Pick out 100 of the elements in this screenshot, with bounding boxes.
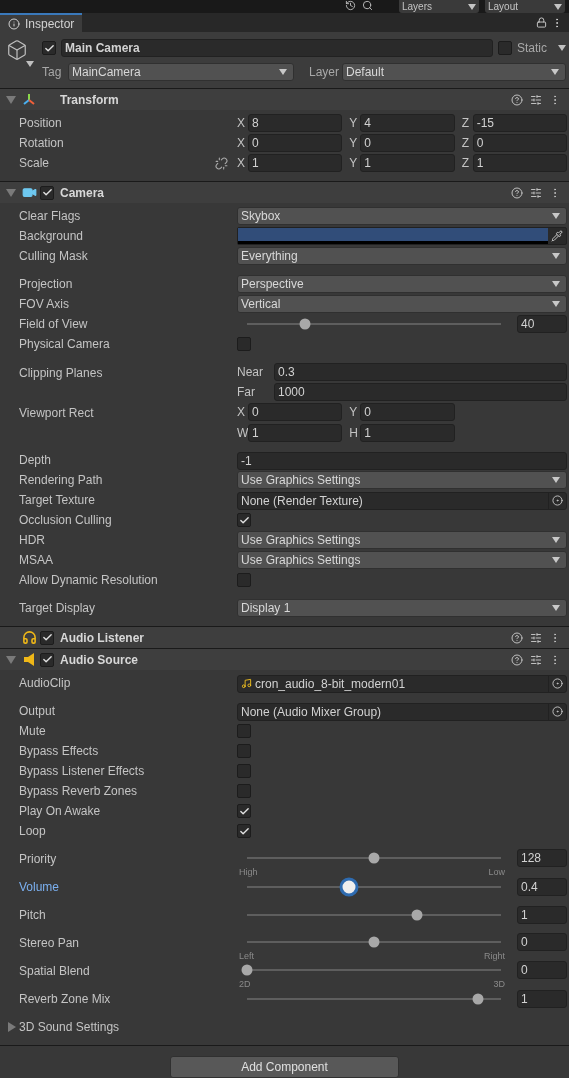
component-header[interactable]: Audio Source [0,648,569,670]
number-field[interactable]: -1 [237,451,567,470]
collapse-arrow-icon[interactable] [6,654,16,665]
dropdown[interactable]: Perspective [237,275,567,293]
number-field[interactable]: 0.3 [274,363,567,381]
component-header[interactable]: Audio Listener [0,626,569,648]
slider-thumb[interactable] [241,964,253,976]
min-label: Left [239,951,254,961]
help-icon[interactable] [511,186,523,199]
axis-label: Y [349,135,359,152]
dropdown[interactable]: Skybox [237,207,567,225]
slider-thumb[interactable] [368,936,380,948]
number-field[interactable]: 0 [248,403,343,421]
number-field[interactable]: 1 [360,423,455,442]
number-field[interactable]: 1000 [274,383,567,401]
active-checkbox[interactable] [42,41,56,56]
toolbar-dropdown[interactable]: Layout [485,0,565,14]
dropdown[interactable]: Vertical [237,295,567,313]
number-field[interactable]: 1 [517,990,567,1008]
checkbox[interactable] [237,804,251,818]
slider-thumb[interactable] [411,909,423,921]
color-field[interactable] [237,227,567,245]
number-field[interactable]: 0 [360,403,455,421]
presets-icon[interactable] [530,93,542,106]
slider-thumb[interactable] [339,877,359,897]
inspector-tab[interactable]: Inspector [0,13,83,33]
object-field[interactable]: cron_audio_8-bit_modern01 [237,674,567,693]
enable-checkbox[interactable] [40,630,54,645]
checkbox[interactable] [237,513,251,527]
video-camera-icon [21,185,37,200]
dropdown[interactable]: Use Graphics Settings [237,531,567,549]
component-title: Audio Source [60,651,139,669]
object-field[interactable]: None (Audio Mixer Group) [237,702,567,721]
tag-dropdown[interactable]: MainCamera [68,63,294,82]
search-icon[interactable] [362,0,373,12]
checkbox[interactable] [237,337,251,351]
toolbar-dropdown[interactable]: Layers [399,0,479,14]
unlink-icon[interactable] [215,156,228,170]
enable-checkbox[interactable] [40,652,54,667]
cube-icon[interactable] [6,39,28,62]
number-field[interactable]: 0 [517,933,567,951]
checkbox[interactable] [237,573,251,587]
layer-dropdown[interactable]: Default [342,63,566,82]
help-icon[interactable] [511,93,523,106]
collapse-arrow-icon[interactable] [6,187,16,198]
component-header[interactable]: Camera [0,181,569,203]
number-field[interactable]: 8 [248,114,343,132]
number-field[interactable]: -15 [472,114,567,132]
number-field[interactable]: 1 [248,154,343,172]
expand-arrow-icon[interactable] [7,1022,17,1032]
foldout-label[interactable]: 3D Sound Settings [19,1018,120,1036]
dropdown[interactable]: Use Graphics Settings [237,471,567,489]
object-picker-icon[interactable] [552,495,563,506]
history-icon[interactable] [345,0,356,12]
eyedropper-icon[interactable] [551,230,563,242]
number-field[interactable]: 0 [248,134,343,152]
checkbox[interactable] [237,764,251,778]
property-label: Priority [19,851,57,868]
checkbox[interactable] [237,824,251,838]
number-field[interactable]: 40 [517,315,567,333]
check-icon [238,514,250,526]
add-component-button[interactable]: Add Component [170,1056,399,1078]
axis-label: Z [461,135,470,152]
axis-label: X [237,404,246,421]
checkbox[interactable] [237,784,251,798]
axes-icon [22,92,36,107]
help-icon[interactable] [511,653,523,666]
static-checkbox[interactable] [498,41,512,56]
object-picker-icon[interactable] [552,678,563,689]
checkbox[interactable] [237,744,251,758]
number-field[interactable]: 1 [472,154,567,172]
number-field[interactable]: 0.4 [517,878,567,896]
number-field[interactable]: 0 [472,134,567,152]
checkbox[interactable] [237,724,251,738]
name-field[interactable]: Main Camera [61,39,493,58]
number-field[interactable]: 0 [360,134,455,152]
property-label: Target Texture [19,492,95,509]
presets-icon[interactable] [530,186,542,199]
number-field[interactable]: 0 [517,961,567,979]
presets-icon[interactable] [530,653,542,666]
component-header[interactable]: Transform [0,88,569,110]
property-label: Bypass Reverb Zones [19,783,138,800]
slider-thumb[interactable] [472,993,484,1005]
dropdown[interactable]: Use Graphics Settings [237,551,567,569]
dropdown[interactable]: Display 1 [237,599,567,617]
slider-thumb[interactable] [299,318,311,330]
number-field[interactable]: 4 [360,114,455,132]
object-picker-icon[interactable] [552,706,563,717]
lock-icon[interactable] [536,17,547,29]
number-field[interactable]: 1 [248,423,343,442]
collapse-arrow-icon[interactable] [6,94,16,105]
number-field[interactable]: 1 [517,906,567,924]
number-field[interactable]: 1 [360,154,455,172]
number-field[interactable]: 128 [517,849,567,867]
slider-thumb[interactable] [368,852,380,864]
presets-icon[interactable] [530,631,542,644]
object-field[interactable]: None (Render Texture) [237,491,567,510]
help-icon[interactable] [511,631,523,644]
dropdown[interactable]: Everything [237,247,567,265]
enable-checkbox[interactable] [40,185,54,200]
